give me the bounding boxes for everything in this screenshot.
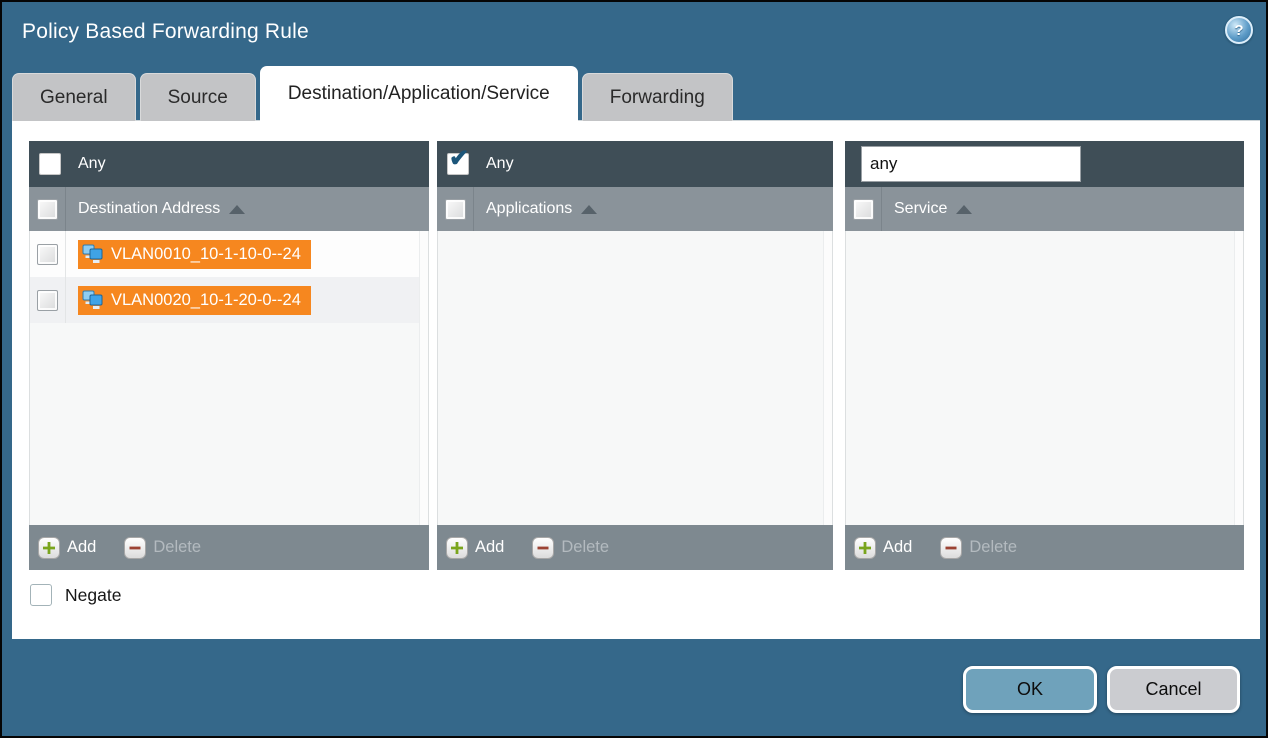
service-add-button[interactable]: Add xyxy=(854,537,912,559)
row-checkbox[interactable] xyxy=(37,290,58,311)
service-list xyxy=(845,231,1244,525)
destination-select-all-checkbox[interactable] xyxy=(37,199,58,220)
service-column: any Service Add xyxy=(845,141,1244,570)
destination-address-header-label: Destination Address xyxy=(78,200,220,218)
tab-source[interactable]: Source xyxy=(140,73,256,121)
applications-header-label: Applications xyxy=(486,200,572,218)
destination-footer-bar: Add Delete xyxy=(29,525,429,570)
sort-ascending-icon xyxy=(956,205,972,214)
destination-add-button[interactable]: Add xyxy=(38,537,96,559)
service-dropdown-bar: any xyxy=(845,141,1244,187)
delete-minus-icon xyxy=(124,537,146,559)
address-object-vlan0010[interactable]: VLAN0010_10-1-10-0--24 xyxy=(78,240,311,269)
delete-minus-icon xyxy=(940,537,962,559)
destination-any-bar: Any xyxy=(29,141,429,187)
table-row: VLAN0010_10-1-10-0--24 xyxy=(30,231,428,277)
negate-checkbox[interactable] xyxy=(30,584,52,606)
dialog-title: Policy Based Forwarding Rule xyxy=(22,20,309,44)
applications-select-all-checkbox[interactable] xyxy=(445,199,466,220)
address-object-label: VLAN0010_10-1-10-0--24 xyxy=(111,245,301,264)
sort-ascending-icon xyxy=(229,205,245,214)
destination-any-checkbox[interactable] xyxy=(39,153,61,175)
destination-address-list: VLAN0010_10-1-10-0--24 VLAN0020_10-1-20-… xyxy=(29,231,429,525)
add-plus-icon xyxy=(38,537,60,559)
applications-any-bar: ✔ Any xyxy=(437,141,833,187)
service-header-label: Service xyxy=(894,200,947,218)
applications-footer-bar: Add Delete xyxy=(437,525,833,570)
question-glyph: ? xyxy=(1234,22,1243,39)
ok-button[interactable]: OK xyxy=(963,666,1097,713)
address-object-label: VLAN0020_10-1-20-0--24 xyxy=(111,291,301,310)
applications-any-checkbox-checked[interactable]: ✔ xyxy=(447,153,469,175)
applications-header[interactable]: Applications xyxy=(437,187,833,231)
applications-column: ✔ Any Applications Add xyxy=(437,141,833,570)
tab-content-panel: Any Destination Address xyxy=(12,120,1260,639)
add-plus-icon xyxy=(854,537,876,559)
cancel-button[interactable]: Cancel xyxy=(1107,666,1240,713)
network-address-icon xyxy=(81,289,105,311)
help-icon[interactable]: ? xyxy=(1225,16,1253,44)
applications-list xyxy=(437,231,833,525)
service-type-dropdown-value: any xyxy=(861,146,1081,182)
address-object-vlan0020[interactable]: VLAN0020_10-1-20-0--24 xyxy=(78,286,311,315)
negate-row: Negate xyxy=(30,584,121,606)
applications-add-button[interactable]: Add xyxy=(446,537,504,559)
tab-destination-application-service[interactable]: Destination/Application/Service xyxy=(260,66,578,121)
destination-delete-button[interactable]: Delete xyxy=(124,537,201,559)
row-checkbox[interactable] xyxy=(37,244,58,265)
destination-address-column: Any Destination Address xyxy=(29,141,429,570)
applications-delete-button[interactable]: Delete xyxy=(532,537,609,559)
applications-any-label: Any xyxy=(486,155,514,173)
delete-minus-icon xyxy=(532,537,554,559)
add-plus-icon xyxy=(446,537,468,559)
negate-label: Negate xyxy=(65,585,121,606)
policy-based-forwarding-dialog: Policy Based Forwarding Rule ? General S… xyxy=(0,0,1268,738)
service-footer-bar: Add Delete xyxy=(845,525,1244,570)
table-row: VLAN0020_10-1-20-0--24 xyxy=(30,277,428,323)
sort-ascending-icon xyxy=(581,205,597,214)
network-address-icon xyxy=(81,243,105,265)
service-select-all-checkbox[interactable] xyxy=(853,199,874,220)
service-delete-button[interactable]: Delete xyxy=(940,537,1017,559)
tab-bar: General Source Destination/Application/S… xyxy=(12,66,737,121)
destination-any-label: Any xyxy=(78,155,106,173)
service-type-dropdown[interactable]: any xyxy=(861,146,1081,182)
checkmark-icon: ✔ xyxy=(449,147,469,171)
tab-forwarding[interactable]: Forwarding xyxy=(582,73,733,121)
service-header[interactable]: Service xyxy=(845,187,1244,231)
destination-address-header[interactable]: Destination Address xyxy=(29,187,429,231)
tab-general[interactable]: General xyxy=(12,73,136,121)
